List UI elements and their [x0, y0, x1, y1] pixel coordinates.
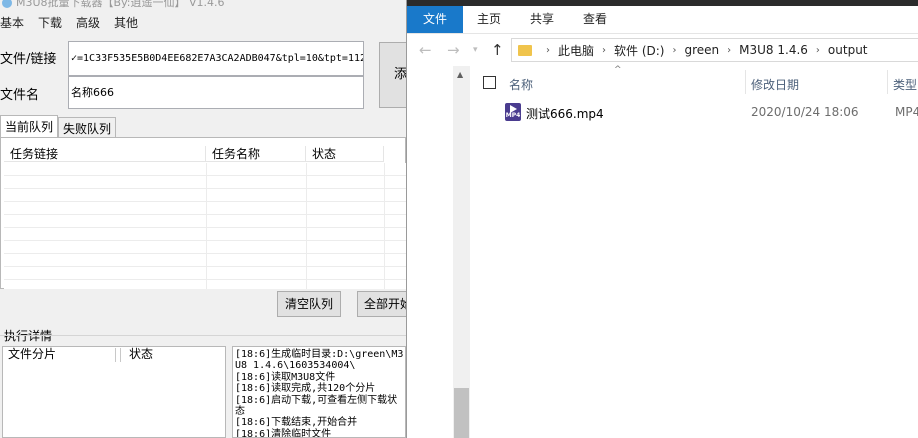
- segment-header: 文件分片 状态: [4, 348, 225, 362]
- file-name[interactable]: 测试666.mp4: [526, 105, 604, 122]
- chevron-right-icon: ›: [815, 44, 820, 56]
- address-bar[interactable]: › 此电脑 › 软件 (D:) › green › M3U8 1.4.6 › o…: [511, 38, 918, 62]
- file-row[interactable]: MP4 测试666.mp4 2020/10/24 18:06 MP4: [473, 101, 918, 123]
- crumb-drive[interactable]: 软件 (D:): [614, 42, 664, 59]
- explorer-window: 文件 主页 共享 查看 ← → ▾ ↑ › 此电脑 › 软件 (D:) › gr…: [406, 0, 918, 438]
- crumb-m3u8[interactable]: M3U8 1.4.6: [739, 43, 808, 57]
- menu-advanced[interactable]: 高级: [76, 14, 100, 32]
- crumb-output[interactable]: output: [828, 43, 868, 57]
- ribbon: 文件 主页 共享 查看: [407, 6, 918, 34]
- col-date[interactable]: 修改日期: [751, 76, 799, 93]
- col-type[interactable]: 类型: [893, 76, 917, 93]
- nav-pane-scrollbar[interactable]: ▲: [453, 66, 470, 438]
- filename-input[interactable]: 名称666: [68, 76, 364, 109]
- menu-download[interactable]: 下载: [38, 14, 62, 32]
- url-label: 文件/链接: [0, 52, 57, 67]
- scrollbar-thumb[interactable]: [454, 388, 469, 438]
- folder-icon: [518, 44, 532, 56]
- url-input[interactable]: ✓=1C33F535E5B0D4EE682E7A3CA2ADB047&tpl=1…: [68, 41, 364, 76]
- forward-arrow-icon[interactable]: →: [447, 41, 460, 59]
- add-button[interactable]: 添: [379, 42, 406, 108]
- group-border: [0, 335, 406, 336]
- queue-col-divider: [306, 163, 307, 289]
- menu-basic[interactable]: 基本: [0, 14, 24, 32]
- app-icon: [2, 0, 12, 8]
- ribbon-tab-file[interactable]: 文件: [407, 6, 463, 33]
- chevron-right-icon: ›: [602, 44, 607, 56]
- col-status[interactable]: 状态: [306, 146, 384, 162]
- queue-col-divider: [384, 163, 385, 289]
- window-title: M3U8批量下载器【By:逍遥一仙】 V1.4.6: [0, 0, 406, 8]
- filename-label: 文件名: [0, 88, 40, 103]
- queue-header: 任务链接 任务名称 状态: [4, 146, 384, 162]
- tab-current-queue[interactable]: 当前队列: [0, 115, 59, 138]
- col-segment-status[interactable]: 状态: [121, 348, 225, 362]
- title-text: M3U8批量下载器【By:逍遥一仙】 V1.4.6: [16, 0, 225, 8]
- col-name[interactable]: 名称: [509, 76, 533, 93]
- queue-list[interactable]: [4, 163, 406, 289]
- column-divider[interactable]: [745, 70, 746, 94]
- clear-queue-button[interactable]: 清空队列: [277, 291, 341, 317]
- ribbon-tab-share[interactable]: 共享: [530, 6, 554, 33]
- crumb-green[interactable]: green: [684, 43, 719, 57]
- file-date: 2020/10/24 18:06: [751, 105, 859, 119]
- chevron-right-icon: ›: [727, 44, 732, 56]
- mp4-file-icon: MP4: [505, 103, 521, 121]
- column-header: ^ 名称 修改日期 类型: [473, 65, 918, 96]
- ribbon-tab-home[interactable]: 主页: [477, 6, 501, 33]
- menu-other[interactable]: 其他: [114, 14, 138, 32]
- col-task-link[interactable]: 任务链接: [4, 146, 206, 162]
- start-all-button[interactable]: 全部开始: [357, 291, 406, 317]
- chevron-right-icon: ›: [546, 44, 550, 56]
- col-task-name[interactable]: 任务名称: [206, 146, 306, 162]
- menu-bar: 基本 下载 高级 其他: [0, 14, 138, 32]
- sort-caret-icon: ^: [614, 65, 622, 75]
- column-divider[interactable]: [887, 70, 888, 94]
- select-all-checkbox[interactable]: [483, 76, 496, 89]
- queue-col-divider: [206, 163, 207, 289]
- chevron-right-icon: ›: [672, 44, 677, 56]
- recent-chevron-icon[interactable]: ▾: [473, 45, 478, 55]
- up-arrow-icon[interactable]: ↑: [491, 41, 504, 59]
- downloader-window: M3U8批量下载器【By:逍遥一仙】 V1.4.6 基本 下载 高级 其他 文件…: [0, 0, 406, 438]
- queue-tabs: 当前队列 失败队列: [0, 115, 117, 138]
- scroll-up-icon[interactable]: ▲: [457, 70, 463, 79]
- ribbon-tab-view[interactable]: 查看: [583, 6, 607, 33]
- col-segment[interactable]: 文件分片: [4, 348, 116, 362]
- crumb-this-pc[interactable]: 此电脑: [558, 42, 594, 59]
- nav-bar: ← → ▾ ↑ › 此电脑 › 软件 (D:) › green › M3U8 1…: [407, 34, 918, 66]
- file-type: MP4: [895, 105, 918, 119]
- tab-failed-queue[interactable]: 失败队列: [58, 117, 117, 138]
- log-output[interactable]: [18:6]生成临时目录:D:\green\M3U8 1.4.6\1603534…: [232, 346, 406, 438]
- back-arrow-icon[interactable]: ←: [419, 41, 432, 59]
